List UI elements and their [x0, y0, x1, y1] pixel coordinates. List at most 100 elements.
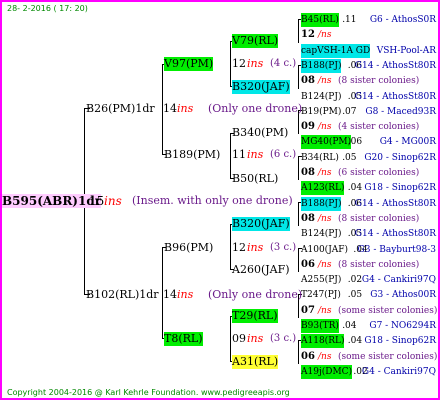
- gen3-12b-ins: ins: [247, 241, 264, 254]
- gen4-mating-year: 09: [301, 121, 315, 132]
- gen2-v97-id: V97(PM): [164, 57, 214, 71]
- gen4-queen-year: .11: [342, 15, 357, 25]
- gen3-v79-id: V79(RL): [232, 34, 279, 48]
- gen4-mating-year: 08: [301, 213, 315, 224]
- gen4-queen-origin: G18 - Sinop62R: [364, 336, 436, 346]
- gen4-queen-year: .05: [342, 153, 357, 163]
- gen4-queen-origin: G7 - NO6294R: [369, 321, 436, 331]
- gen4-queen-origin: G14 - AthosSt80R: [354, 92, 436, 102]
- footer-copyright: Copyright 2004-2016 @ Karl Kehrle Founda…: [7, 388, 290, 397]
- gen4-queen-year: .02: [347, 275, 363, 285]
- connector: [298, 248, 299, 272]
- gen4-mating-year: 06: [301, 259, 315, 270]
- gen3-a260-id: A260(JAF): [232, 263, 290, 276]
- gen3-09-ins: ins: [247, 332, 264, 345]
- gen4-queen-origin: G3 - Bayburt98-3: [357, 245, 436, 255]
- gen4-mating-year: 08: [301, 75, 315, 86]
- gen2-b96-id: B96(PM): [164, 241, 214, 254]
- gen3-b340-id: B340(PM): [232, 126, 289, 139]
- connector: [298, 65, 299, 89]
- gen4-queen-origin: G4 - Cankiri97Q: [361, 367, 436, 377]
- connector: [230, 316, 231, 362]
- gen4-mating-note: (8 sister colonies): [338, 76, 420, 86]
- gen1-b26-note: (Only one drone): [208, 102, 303, 115]
- gen4-mating-note: (some sister colonies): [338, 306, 438, 316]
- gen4-mating-ins: /ns: [318, 30, 332, 40]
- gen3-09-note: (3 c.): [270, 333, 297, 344]
- connector: [230, 224, 231, 270]
- gen1-b102-note: (Only one drone): [208, 288, 303, 301]
- gen4-queen-year: .05: [347, 290, 363, 300]
- gen4-queen-id: A100(JAF): [301, 245, 349, 255]
- connector: [298, 19, 299, 43]
- gen1-b26-year: 14: [163, 102, 177, 115]
- gen3-09-year: 09: [232, 332, 246, 345]
- gen4-queen-id: capVSH-1A GD: [301, 44, 371, 58]
- gen4-queen-origin: G6 - AthosS0R: [369, 15, 436, 25]
- gen3-a31-id: A31(RL): [232, 355, 279, 369]
- gen3-12b-note: (3 c.): [270, 242, 297, 253]
- gen4-queen-id: A255(PJ): [301, 275, 342, 285]
- gen3-t29-id: T29(RL): [232, 309, 278, 323]
- gen4-queen-year: .04: [347, 183, 363, 193]
- gen3-12-year: 12: [232, 57, 246, 70]
- gen4-queen-origin: VSH-Pool-AR: [376, 46, 436, 56]
- gen4-queen-id: B93(TR): [301, 319, 339, 333]
- connector: [298, 156, 299, 180]
- gen3-12b-year: 12: [232, 241, 246, 254]
- gen4-mating-ins: /ns: [318, 122, 332, 132]
- gen4-queen-origin: G14 - AthosSt80R: [354, 229, 436, 239]
- gen4-mating-ins: /ns: [318, 260, 332, 270]
- gen3-11-note: (6 c.): [270, 149, 297, 160]
- gen4-queen-id: A123(RL): [301, 181, 345, 195]
- gen4-queen-year: .07: [342, 107, 357, 117]
- gen1-b102-id: B102(RL)1dr: [86, 288, 159, 301]
- gen4-queen-id: B188(PJ): [301, 59, 342, 73]
- connector: [298, 340, 299, 364]
- gen4-mating-ins: /ns: [318, 168, 332, 178]
- gen4-queen-id: B34(RL): [301, 153, 339, 163]
- gen4-mating-ins: /ns: [318, 306, 332, 316]
- gen3-b320-id: B320(JAF): [232, 80, 290, 94]
- gen4-queen-origin: G20 - Sinop62R: [364, 153, 436, 163]
- gen3-b320-2-id: B320(JAF): [232, 217, 290, 231]
- gen4-mating-note: (some sister colonies): [338, 352, 438, 362]
- gen4-queen-id: B45(RL): [301, 13, 339, 27]
- gen4-queen-id: A118(RL): [301, 334, 345, 348]
- gen4-mating-note: (8 sister colonies): [338, 214, 420, 224]
- gen4-mating-ins: /ns: [318, 214, 332, 224]
- gen3-11-ins: ins: [247, 148, 264, 161]
- gen4-queen-origin: G3 - Athos00R: [370, 290, 436, 300]
- gen1-b102-ins: ins: [177, 288, 194, 301]
- root-note: (Insem. with only one drone): [132, 194, 293, 207]
- gen4-queen-origin: G14 - AthosSt80R: [354, 61, 436, 71]
- gen4-mating-note: (6 sister colonies): [338, 168, 420, 178]
- gen4-queen-origin: G14 - AthosSt80R: [354, 199, 436, 209]
- gen4-queen-year: .06: [347, 137, 363, 147]
- gen4-mating-ins: /ns: [318, 76, 332, 86]
- header-date: 28- 2-2016 ( 17: 20): [7, 4, 88, 13]
- gen1-b102-year: 14: [163, 288, 177, 301]
- gen4-mating-note: (8 sister colonies): [338, 260, 420, 270]
- gen3-b50-id: B50(RL): [232, 172, 279, 185]
- gen4-queen-id: B188(PJ): [301, 197, 342, 211]
- gen4-queen-id: A19j(DMC): [301, 365, 353, 379]
- gen4-queen-id: B124(PJ): [301, 229, 342, 239]
- gen4-queen-id: B124(PJ): [301, 92, 342, 102]
- gen4-mating-year: 06: [301, 351, 315, 362]
- root-mating-ins: ins: [104, 194, 122, 208]
- connector: [298, 202, 299, 226]
- gen2-b189-id: B189(PM): [164, 148, 221, 161]
- connector: [230, 41, 231, 87]
- gen3-12-ins: ins: [247, 57, 264, 70]
- root-year: 15: [89, 194, 105, 208]
- pedigree-frame: 28- 2-2016 ( 17: 20) Copyright 2004-2016…: [0, 0, 440, 400]
- gen4-queen-origin: G18 - Sinop62R: [364, 183, 436, 193]
- gen4-mating-note: (4 sister colonies): [338, 122, 420, 132]
- gen4-queen-origin: G4 - MG00R: [379, 137, 436, 147]
- gen1-b26-id: B26(PM)1dr: [86, 102, 155, 115]
- gen4-mating-year: 07: [301, 305, 315, 316]
- gen2-t8-id: T8(RL): [164, 332, 203, 346]
- gen3-12-note: (4 c.): [270, 58, 297, 69]
- gen1-b26-ins: ins: [177, 102, 194, 115]
